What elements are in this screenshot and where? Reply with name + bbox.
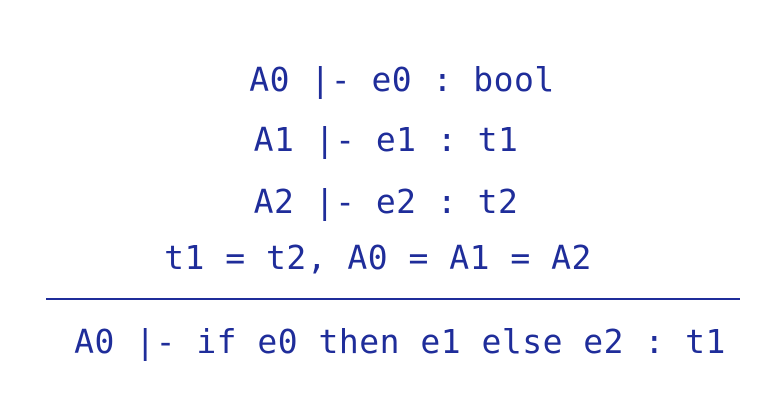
premise-constraints: t1 = t2, A0 = A1 = A2 [164,238,592,277]
inference-line [46,298,740,300]
premise-condition-typing: A0 |- e0 : bool [249,60,555,99]
premise-then-branch-typing: A1 |- e1 : t1 [253,120,519,159]
conclusion-judgment: A0 |- if e0 then e1 else e2 : t1 [74,322,726,361]
premise-else-branch-typing: A2 |- e2 : t2 [253,182,519,221]
